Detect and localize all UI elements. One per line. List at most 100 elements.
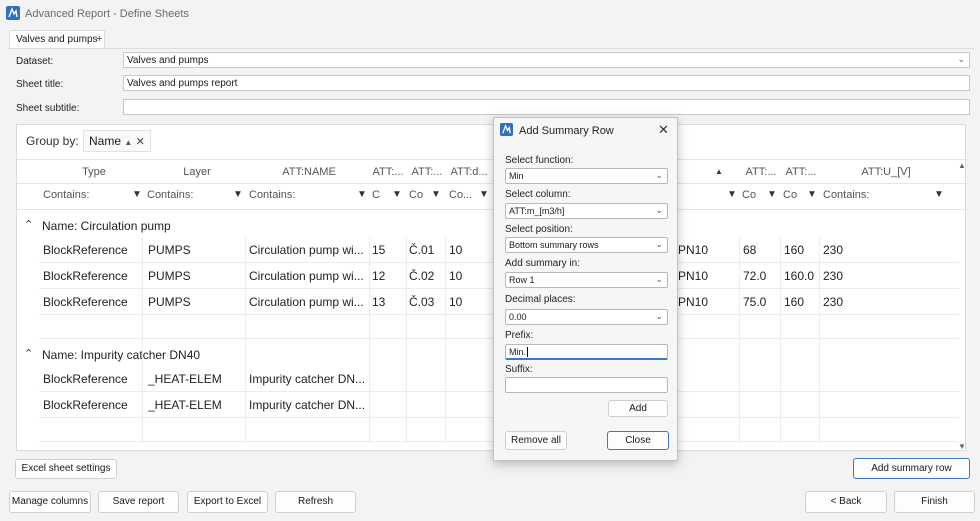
filter-att-1[interactable]: C [372,189,380,201]
sheet-title-input[interactable]: Valves and pumps report [123,75,970,91]
close-icon[interactable]: ✕ [658,122,669,138]
filter-att-d[interactable]: Co... [449,189,472,201]
app-logo-icon [500,123,513,136]
funnel-icon[interactable]: ▼ [934,189,944,200]
funnel-icon[interactable]: ▼ [767,189,777,200]
app-logo-icon [6,6,20,20]
cell-att-d: 10 [449,243,463,257]
cell-dn: PN10 [678,295,708,309]
cell-att-u: 230 [823,295,844,309]
save-report-button[interactable]: Save report [98,491,179,513]
group-header: Name: Impurity catcher DN40 [42,348,201,362]
column-header-att-8[interactable]: ATT:... [781,161,821,183]
sheet-subtitle-input[interactable] [123,99,970,115]
refresh-button[interactable]: Refresh [275,491,356,513]
remove-all-button[interactable]: Remove all [505,431,567,450]
group-chip-label: Name [89,134,122,148]
add-tab-button[interactable]: + [96,33,102,45]
cell-type: BlockReference [43,243,128,257]
suffix-input[interactable] [505,377,668,393]
chevron-down-icon: ⌄ [655,205,663,215]
prefix-input[interactable]: Min. [505,344,668,360]
cell-name: Circulation pump wi... [249,269,364,283]
cell-dn: PN10 [678,269,708,283]
column-header-att-d[interactable]: ATT:d... [447,161,491,183]
add-summary-in-label: Add summary in: [505,258,581,269]
select-column-dropdown[interactable]: ATT:m_[m3/h] ⌄ [505,203,668,219]
add-summary-row-dialog: Add Summary Row ✕ Select function: Min ⌄… [493,117,678,461]
close-button[interactable]: Close [607,431,669,450]
cell-layer: _HEAT-ELEM [148,372,222,386]
chevron-up-icon[interactable]: ⌃ [24,347,33,360]
filter-att-name[interactable]: Contains: [249,189,295,201]
cell-name: Circulation pump wi... [249,243,364,257]
export-to-excel-button[interactable]: Export to Excel [187,491,268,513]
sheet-subtitle-label: Sheet subtitle: [16,103,80,114]
add-summary-in-dropdown[interactable]: Row 1 ⌄ [505,272,668,288]
cell-att-1: 15 [372,243,386,257]
filter-type[interactable]: Contains: [43,189,89,201]
funnel-icon[interactable]: ▼ [807,189,817,200]
filter-att-7[interactable]: Co [742,189,756,201]
filter-att-u[interactable]: Contains: [823,189,869,201]
cell-dn: PN10 [678,243,708,257]
finish-button[interactable]: Finish [894,491,975,513]
cell-att-8: 160 [784,295,805,309]
excel-sheet-settings-button[interactable]: Excel sheet settings [15,459,117,479]
sheet-title-label: Sheet title: [16,79,64,90]
text-caret [527,347,529,357]
column-header-att-u[interactable]: ATT:U_[V] [821,161,951,183]
cell-name: Circulation pump wi... [249,295,364,309]
column-header-layer[interactable]: Layer [142,161,252,183]
select-position-label: Select position: [505,224,573,235]
funnel-icon[interactable]: ▼ [233,189,243,200]
report-grid: Group by: Name ▲ ✕ Type Layer ATT:NAME A… [16,124,967,451]
cell-att-2: Č.02 [409,269,435,283]
filter-att-8[interactable]: Co [783,189,797,201]
prefix-value: Min. [509,347,527,357]
cell-att-7: 75.0 [743,295,767,309]
column-header-att-7[interactable]: ATT:... [741,161,781,183]
column-header-type[interactable]: Type [34,161,154,183]
cell-type: BlockReference [43,295,128,309]
funnel-icon[interactable]: ▼ [357,189,367,200]
funnel-icon[interactable]: ▼ [132,189,142,200]
sort-ascending-icon[interactable]: ▲ [715,161,723,183]
select-position-dropdown[interactable]: Bottom summary rows ⌄ [505,237,668,253]
cell-type: BlockReference [43,269,128,283]
column-header-att-name[interactable]: ATT:NAME [247,161,371,183]
manage-columns-button[interactable]: Manage columns [9,491,91,513]
add-button[interactable]: Add [608,400,668,417]
dataset-select[interactable]: Valves and pumps ⌄ [123,52,970,68]
tab-valves-and-pumps[interactable]: Valves and pumps [9,30,105,48]
group-by-chip[interactable]: Name ▲ ✕ [83,130,151,152]
select-column-label: Select column: [505,189,571,200]
back-button[interactable]: < Back [805,491,887,513]
funnel-icon[interactable]: ▼ [479,189,489,200]
filter-att-2[interactable]: Co [409,189,423,201]
column-header-att-2[interactable]: ATT:... [407,161,447,183]
cell-att-8: 160.0 [784,269,815,283]
decimal-places-dropdown[interactable]: 0.00 ⌄ [505,309,668,325]
chevron-down-icon: ⌄ [655,170,663,180]
chevron-up-icon[interactable]: ⌃ [24,218,33,231]
funnel-icon[interactable]: ▼ [431,189,441,200]
cell-layer: PUMPS [148,269,191,283]
add-summary-in-value: Row 1 [509,275,535,285]
title-bar: Advanced Report - Define Sheets [0,0,980,28]
select-position-value: Bottom summary rows [509,240,599,250]
group-header: Name: Circulation pump [42,219,171,233]
funnel-icon[interactable]: ▼ [727,189,737,200]
sort-ascending-icon: ▲ [124,138,133,147]
select-function-label: Select function: [505,155,574,166]
funnel-icon[interactable]: ▼ [392,189,402,200]
scroll-up-icon[interactable]: ▲ [958,161,966,170]
vertical-scrollbar[interactable]: ▲ ▼ [958,161,966,451]
filter-layer[interactable]: Contains: [147,189,193,201]
cell-att-8: 160 [784,243,805,257]
select-function-dropdown[interactable]: Min ⌄ [505,168,668,184]
column-header-att-1[interactable]: ATT:... [369,161,407,183]
close-icon[interactable]: ✕ [136,136,145,148]
scroll-down-icon[interactable]: ▼ [958,442,966,451]
add-summary-row-button[interactable]: Add summary row [853,458,970,479]
